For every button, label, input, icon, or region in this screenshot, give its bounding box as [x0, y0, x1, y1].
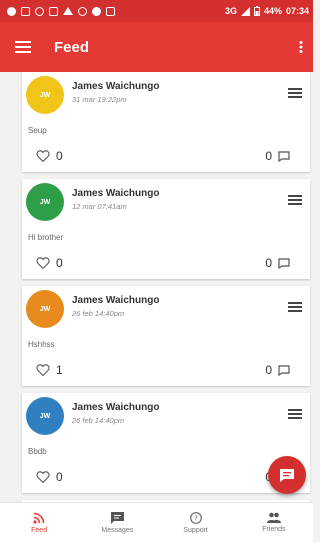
nav-feed[interactable]: Feed — [0, 503, 78, 542]
more-vert-icon — [299, 41, 303, 53]
menu-button[interactable] — [0, 22, 46, 72]
notification-icon — [106, 6, 115, 16]
post-menu-button[interactable] — [288, 302, 302, 314]
like-count: 1 — [56, 363, 63, 377]
avatar: JW — [26, 397, 64, 435]
post-menu-button[interactable] — [288, 409, 302, 421]
nav-support[interactable]: ? Support — [157, 503, 235, 542]
avatar-initials: JW — [39, 198, 51, 206]
comment-count: 0 — [265, 149, 272, 163]
post-timestamp: 31 mar 19:22pm — [72, 95, 127, 104]
comment-button[interactable]: 0 — [265, 256, 290, 270]
nav-messages[interactable]: Messages — [78, 503, 156, 542]
help-icon: ? — [189, 511, 202, 524]
status-bar: 3G 44% 07:34 — [0, 0, 313, 22]
message-icon — [110, 511, 124, 524]
notification-icons — [7, 6, 115, 16]
post-card: JW James Waichungo 12 mar 07:41am Hi bro… — [22, 179, 310, 279]
avatar-initials: JW — [39, 412, 51, 420]
post-author[interactable]: James Waichungo — [72, 188, 159, 199]
post-author[interactable]: James Waichungo — [72, 295, 159, 306]
post-card: JW James Waichungo 26 feb 14:40pm Hshhss… — [22, 286, 310, 386]
comment-icon — [278, 257, 290, 269]
notification-icon — [49, 6, 58, 16]
avatar: JW — [26, 290, 64, 328]
heart-outline-icon — [36, 471, 50, 483]
like-count: 0 — [56, 149, 63, 163]
comment-icon — [278, 364, 290, 376]
post-card: JW James Waichungo 31 mar 19:22pm Seup 0… — [22, 72, 310, 172]
post-author[interactable]: James Waichungo — [72, 402, 159, 413]
avatar-initials: JW — [39, 305, 51, 313]
like-button[interactable]: 0 — [36, 149, 63, 163]
app-bar: Feed — [0, 22, 313, 72]
new-message-fab[interactable] — [268, 456, 306, 494]
nav-label: Feed — [31, 526, 48, 534]
rss-feed-icon — [33, 512, 45, 524]
post-timestamp: 26 feb 14:40pm — [72, 416, 125, 425]
post-text: Hi brother — [28, 233, 64, 242]
post-menu-button[interactable] — [288, 88, 302, 100]
post-menu-button[interactable] — [288, 195, 302, 207]
comment-count: 0 — [265, 256, 272, 270]
heart-outline-icon — [36, 257, 50, 269]
more-options-button[interactable] — [289, 22, 313, 72]
heart-outline-icon — [36, 150, 50, 162]
like-count: 0 — [56, 256, 63, 270]
svg-text:?: ? — [194, 514, 198, 522]
status-right: 3G 44% 07:34 — [225, 6, 309, 16]
comment-icon — [278, 150, 290, 162]
chat-bubble-icon — [280, 468, 294, 482]
post-text: Hshhss — [28, 340, 55, 349]
post-timestamp: 26 feb 14:40pm — [72, 309, 125, 318]
nav-label: Messages — [101, 526, 134, 534]
like-button[interactable]: 1 — [36, 363, 63, 377]
notification-icon — [35, 6, 44, 16]
notification-icon — [92, 6, 101, 16]
feed-list: JW James Waichungo 31 mar 19:22pm Seup 0… — [0, 72, 313, 502]
notification-icon — [7, 6, 16, 16]
post-text: Seup — [28, 126, 47, 135]
notification-icon — [63, 7, 73, 15]
post-text: Bbdb — [28, 447, 47, 456]
heart-outline-icon — [36, 364, 50, 376]
comment-count: 0 — [265, 363, 272, 377]
avatar-initials: JW — [39, 91, 51, 99]
avatar: JW — [26, 76, 64, 114]
notification-icon — [21, 6, 30, 16]
like-button[interactable]: 0 — [36, 470, 63, 484]
post-card: JW James Waichungo 26 feb 14:40pm Bbdb 0… — [22, 393, 310, 493]
avatar: JW — [26, 183, 64, 221]
bottom-navigation: Feed Messages ? Support Friends — [0, 502, 313, 542]
people-icon — [266, 512, 281, 523]
battery-percent: 44% — [263, 6, 282, 16]
nav-label: Support — [183, 526, 208, 534]
page-title: Feed — [54, 38, 90, 56]
signal-icon — [240, 6, 250, 16]
post-timestamp: 12 mar 07:41am — [72, 202, 127, 211]
nav-friends[interactable]: Friends — [235, 503, 313, 542]
clock: 07:34 — [285, 6, 309, 16]
comment-button[interactable]: 0 — [265, 149, 290, 163]
battery-icon — [253, 6, 260, 16]
hamburger-menu-icon — [15, 41, 31, 53]
nav-label: Friends — [262, 526, 286, 533]
comment-button[interactable]: 0 — [265, 363, 290, 377]
post-author[interactable]: James Waichungo — [72, 81, 159, 92]
like-count: 0 — [56, 470, 63, 484]
like-button[interactable]: 0 — [36, 256, 63, 270]
network-type: 3G — [224, 6, 237, 16]
notification-icon — [78, 6, 87, 16]
